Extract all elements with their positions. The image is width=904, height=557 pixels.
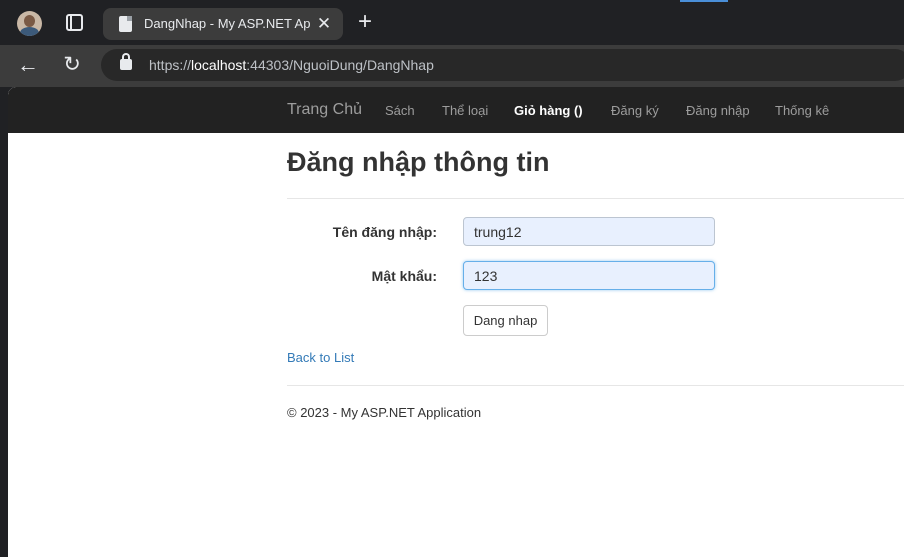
- page-viewport: Trang Chủ Sách Thể loại Giỏ hàng () Đăng…: [8, 87, 904, 557]
- url-path: :44303/NguoiDung/DangNhap: [246, 57, 434, 73]
- page-title: Đăng nhập thông tin: [287, 147, 550, 177]
- tab-actions-icon[interactable]: [66, 14, 83, 31]
- nav-link-the-loai[interactable]: Thể loại: [442, 103, 488, 118]
- browser-toolbar: ← ↻ https://localhost:44303/NguoiDung/Da…: [0, 45, 904, 87]
- url-scheme: https://: [149, 57, 192, 73]
- nav-brand-home[interactable]: Trang Chủ: [287, 101, 362, 119]
- nav-link-thong-ke[interactable]: Thống kê: [775, 103, 829, 118]
- footer-divider: [287, 385, 904, 386]
- nav-link-gio-hang[interactable]: Giỏ hàng (): [514, 103, 583, 118]
- title-divider: [287, 198, 904, 199]
- password-input[interactable]: [463, 261, 715, 290]
- new-tab-icon[interactable]: +: [354, 10, 376, 34]
- reload-icon[interactable]: ↻: [59, 52, 85, 78]
- address-bar[interactable]: https://localhost:44303/NguoiDung/DangNh…: [101, 49, 904, 81]
- browser-tab-strip: DangNhap - My ASP.NET Application ✕ +: [0, 0, 904, 45]
- site-navbar: Trang Chủ Sách Thể loại Giỏ hàng () Đăng…: [8, 87, 904, 133]
- back-arrow-icon[interactable]: ←: [15, 52, 41, 78]
- browser-tab[interactable]: DangNhap - My ASP.NET Application ✕: [103, 8, 343, 40]
- login-button[interactable]: Dang nhap: [463, 305, 548, 336]
- avatar-head: [24, 15, 35, 27]
- avatar-body: [20, 27, 39, 36]
- username-input[interactable]: [463, 217, 715, 246]
- url-text[interactable]: https://localhost:44303/NguoiDung/DangNh…: [149, 57, 434, 73]
- close-tab-icon[interactable]: ✕: [315, 15, 333, 33]
- password-label: Mật khẩu:: [371, 268, 437, 284]
- lock-icon[interactable]: [120, 53, 132, 70]
- page-footer: © 2023 - My ASP.NET Application: [287, 405, 482, 420]
- profile-avatar[interactable]: [17, 11, 42, 36]
- nav-link-sach[interactable]: Sách: [385, 103, 415, 118]
- username-label: Tên đăng nhập:: [332, 224, 437, 240]
- tab-title: DangNhap - My ASP.NET Application: [144, 16, 310, 31]
- nav-link-dang-ky[interactable]: Đăng ký: [611, 103, 659, 118]
- page-favicon-icon: [119, 16, 132, 32]
- url-host: localhost: [191, 57, 247, 73]
- tab-strip-accent: [680, 0, 728, 2]
- nav-link-dang-nhap[interactable]: Đăng nhập: [686, 103, 750, 118]
- back-to-list-link[interactable]: Back to List: [287, 350, 354, 365]
